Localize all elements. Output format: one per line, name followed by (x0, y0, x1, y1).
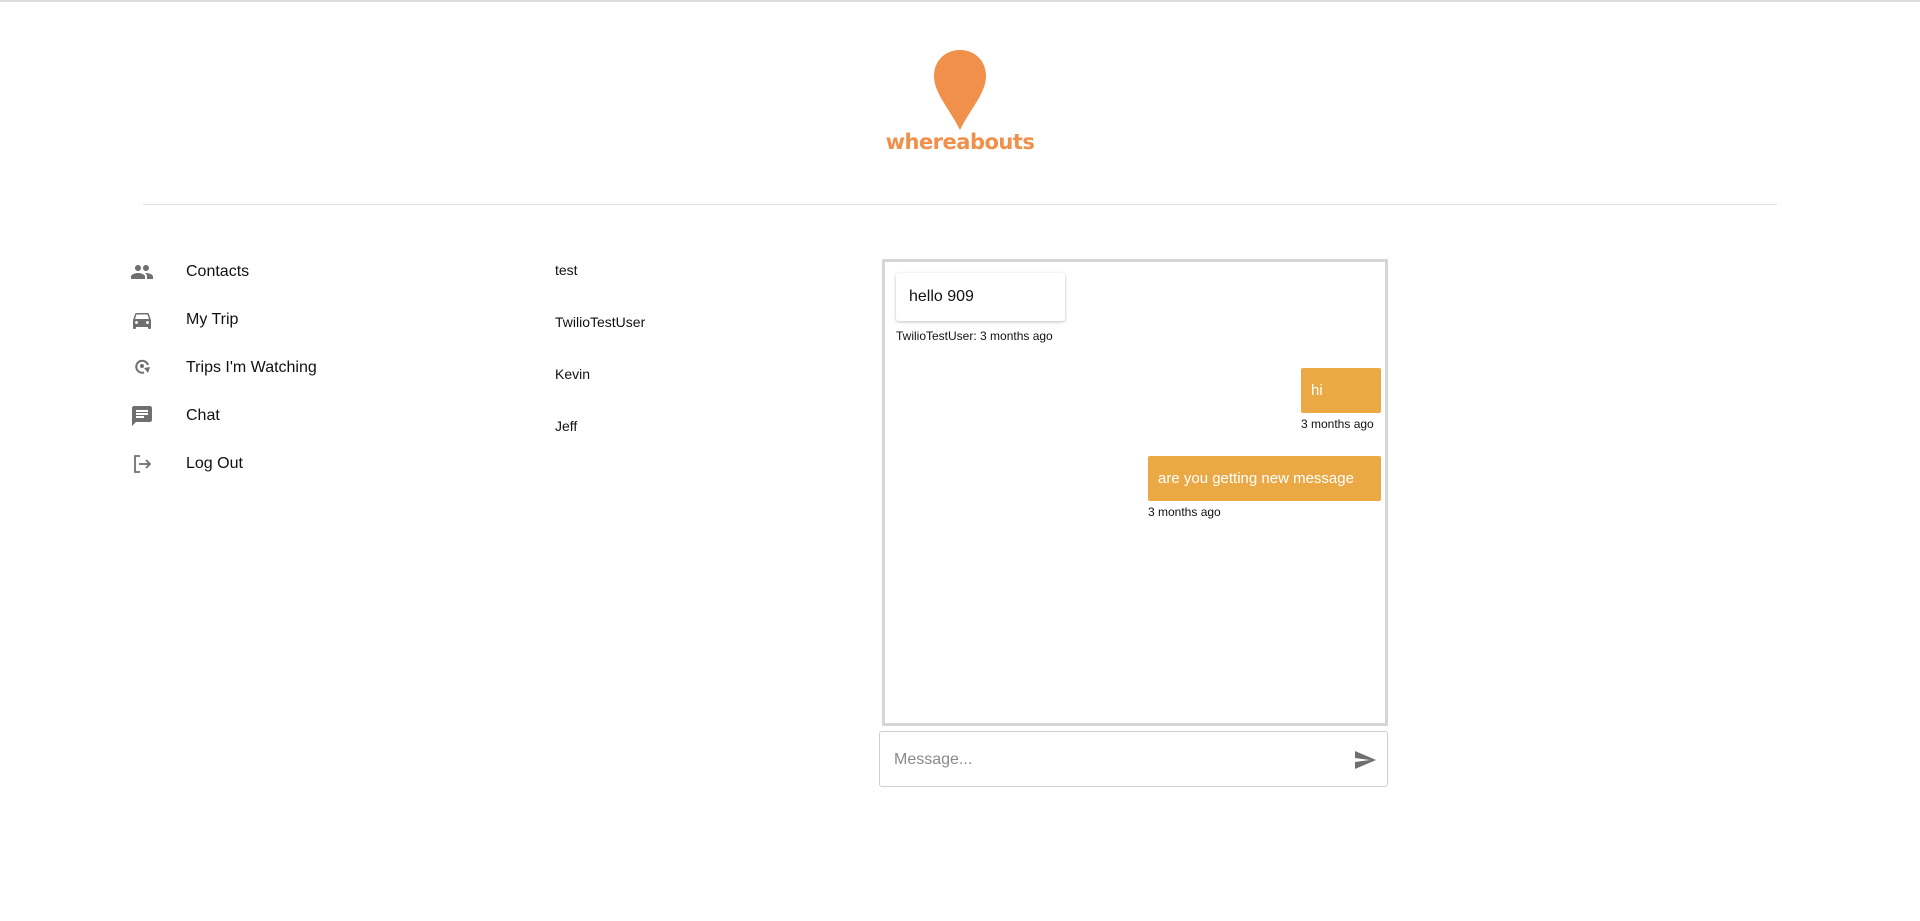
nav-item-contacts[interactable]: Contacts (128, 248, 428, 296)
nav-item-trips-watching[interactable]: Trips I'm Watching (128, 344, 428, 392)
nav-label-chat: Chat (186, 407, 220, 424)
contact-list: test TwilioTestUser Kevin Jeff (555, 256, 855, 464)
message-meta: 3 months ago (1148, 505, 1221, 519)
brand-name: whereabouts (885, 130, 1035, 154)
nav-label-contacts: Contacts (186, 263, 250, 280)
contact-item[interactable]: TwilioTestUser (555, 308, 855, 360)
chat-icon (128, 402, 156, 430)
outgoing-message-bubble: are you getting new message (1148, 456, 1381, 501)
top-border (0, 0, 1920, 2)
nav-item-log-out[interactable]: Log Out (128, 440, 428, 488)
chat-message-panel[interactable]: hello 909 TwilioTestUser: 3 months ago h… (882, 259, 1388, 726)
nav-label-my-trip: My Trip (186, 311, 239, 328)
people-icon (128, 258, 156, 286)
nav-label-trips-watching: Trips I'm Watching (186, 359, 317, 376)
nav-item-chat[interactable]: Chat (128, 392, 428, 440)
map-pin-icon (934, 50, 986, 130)
contact-item[interactable]: Kevin (555, 360, 855, 412)
contact-item[interactable]: Jeff (555, 412, 855, 464)
contact-item[interactable]: test (555, 256, 855, 308)
header-divider (143, 204, 1777, 205)
send-icon (1355, 751, 1376, 769)
nav-item-my-trip[interactable]: My Trip (128, 296, 428, 344)
message-composer (879, 731, 1388, 787)
message-meta: 3 months ago (1301, 417, 1374, 431)
outgoing-message-bubble: hi (1301, 368, 1381, 413)
message-input[interactable] (892, 740, 1326, 780)
incoming-message-bubble: hello 909 (896, 273, 1065, 321)
message-meta: TwilioTestUser: 3 months ago (896, 329, 1053, 343)
location-refresh-icon (128, 354, 156, 382)
logout-icon (128, 450, 156, 478)
brand-logo: whereabouts (880, 48, 1040, 158)
sidebar-nav: Contacts My Trip Trips I'm Watching Chat… (128, 248, 428, 488)
car-icon (128, 306, 156, 334)
nav-label-log-out: Log Out (186, 455, 243, 472)
send-button[interactable] (1352, 748, 1378, 772)
